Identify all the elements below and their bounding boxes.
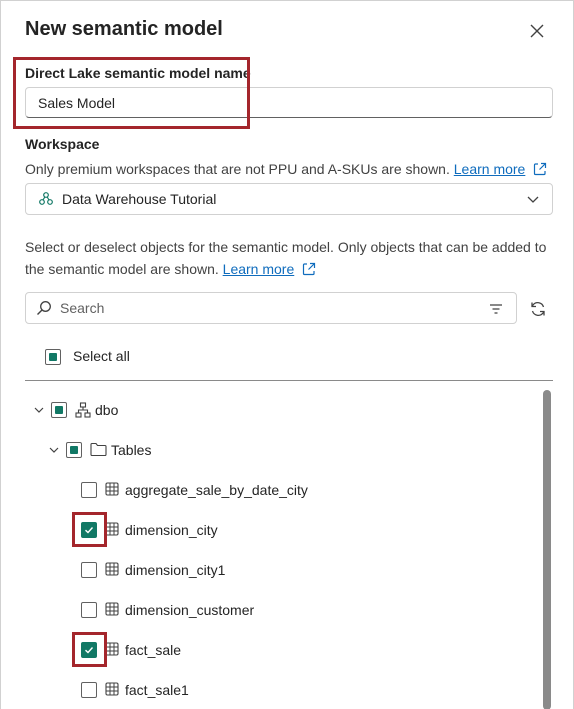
folder-icon <box>90 442 107 457</box>
filter-icon[interactable] <box>488 301 504 317</box>
workspace-icon <box>38 191 54 207</box>
schema-label: dbo <box>95 402 119 418</box>
table-icon <box>105 602 119 616</box>
table-icon <box>105 562 119 576</box>
table-icon <box>105 642 119 656</box>
table-checkbox[interactable] <box>81 562 97 578</box>
table-row: aggregate_sale_by_date_city <box>1 469 541 509</box>
table-checkbox[interactable] <box>81 522 97 538</box>
checkmark-icon <box>85 647 94 654</box>
model-name-input[interactable] <box>25 87 553 118</box>
name-label: Direct Lake semantic model name <box>25 65 251 81</box>
workspace-dropdown[interactable]: Data Warehouse Tutorial <box>25 183 553 215</box>
search-icon <box>37 301 51 315</box>
tree-scrollbar[interactable] <box>543 390 551 709</box>
table-row: dimension_city1 <box>1 549 541 589</box>
schema-icon <box>75 402 91 418</box>
table-icon <box>105 482 119 496</box>
table-label: aggregate_sale_by_date_city <box>125 482 308 498</box>
folder-checkbox[interactable] <box>66 442 82 458</box>
close-icon <box>530 24 544 38</box>
close-button[interactable] <box>525 19 549 43</box>
external-link-icon <box>534 162 547 176</box>
object-tree: dbo Tables aggregate_sale_by_date_city d… <box>1 387 574 709</box>
folder-label: Tables <box>111 442 152 458</box>
tree-row-folder: Tables <box>1 429 541 469</box>
workspace-label: Workspace <box>25 136 100 152</box>
objects-desc-line2-wrap: the semantic model are shown. Learn more <box>25 258 546 280</box>
table-row: fact_sale <box>1 629 541 669</box>
workspace-learn-more-link[interactable]: Learn more <box>454 161 526 177</box>
table-row: fact_sale1 <box>1 669 541 709</box>
search-box <box>25 292 517 324</box>
tree-row-schema: dbo <box>1 389 541 429</box>
refresh-button[interactable] <box>527 298 549 320</box>
select-all-label: Select all <box>73 348 130 364</box>
table-checkbox[interactable] <box>81 642 97 658</box>
divider <box>25 380 553 381</box>
new-semantic-model-dialog: New semantic model Direct Lake semantic … <box>0 0 574 709</box>
objects-desc-line1: Select or deselect objects for the seman… <box>25 239 547 255</box>
table-checkbox[interactable] <box>81 482 97 498</box>
table-icon <box>105 522 119 536</box>
workspace-value: Data Warehouse Tutorial <box>62 191 217 207</box>
table-label: dimension_city1 <box>125 562 226 578</box>
schema-checkbox[interactable] <box>51 402 67 418</box>
table-label: dimension_customer <box>125 602 255 618</box>
objects-learn-more-link[interactable]: Learn more <box>223 261 295 277</box>
table-label: fact_sale1 <box>125 682 189 698</box>
external-link-icon <box>303 262 316 276</box>
objects-description: Select or deselect objects for the seman… <box>25 236 546 280</box>
chevron-down-icon[interactable] <box>33 404 45 416</box>
table-row: dimension_customer <box>1 589 541 629</box>
table-row: dimension_city <box>1 509 541 549</box>
checkmark-icon <box>85 527 94 534</box>
chevron-down-icon[interactable] <box>48 444 60 456</box>
table-label: dimension_city <box>125 522 218 538</box>
select-all-checkbox[interactable] <box>45 349 61 365</box>
refresh-icon <box>531 302 545 316</box>
objects-desc-line2: the semantic model are shown. <box>25 261 219 277</box>
search-input[interactable] <box>60 300 460 316</box>
table-checkbox[interactable] <box>81 682 97 698</box>
workspace-description: Only premium workspaces that are not PPU… <box>25 158 547 180</box>
chevron-down-icon <box>527 196 539 203</box>
table-checkbox[interactable] <box>81 602 97 618</box>
table-label: fact_sale <box>125 642 182 658</box>
table-icon <box>105 682 119 696</box>
workspace-desc-text: Only premium workspaces that are not PPU… <box>25 161 450 177</box>
dialog-title: New semantic model <box>25 18 223 40</box>
